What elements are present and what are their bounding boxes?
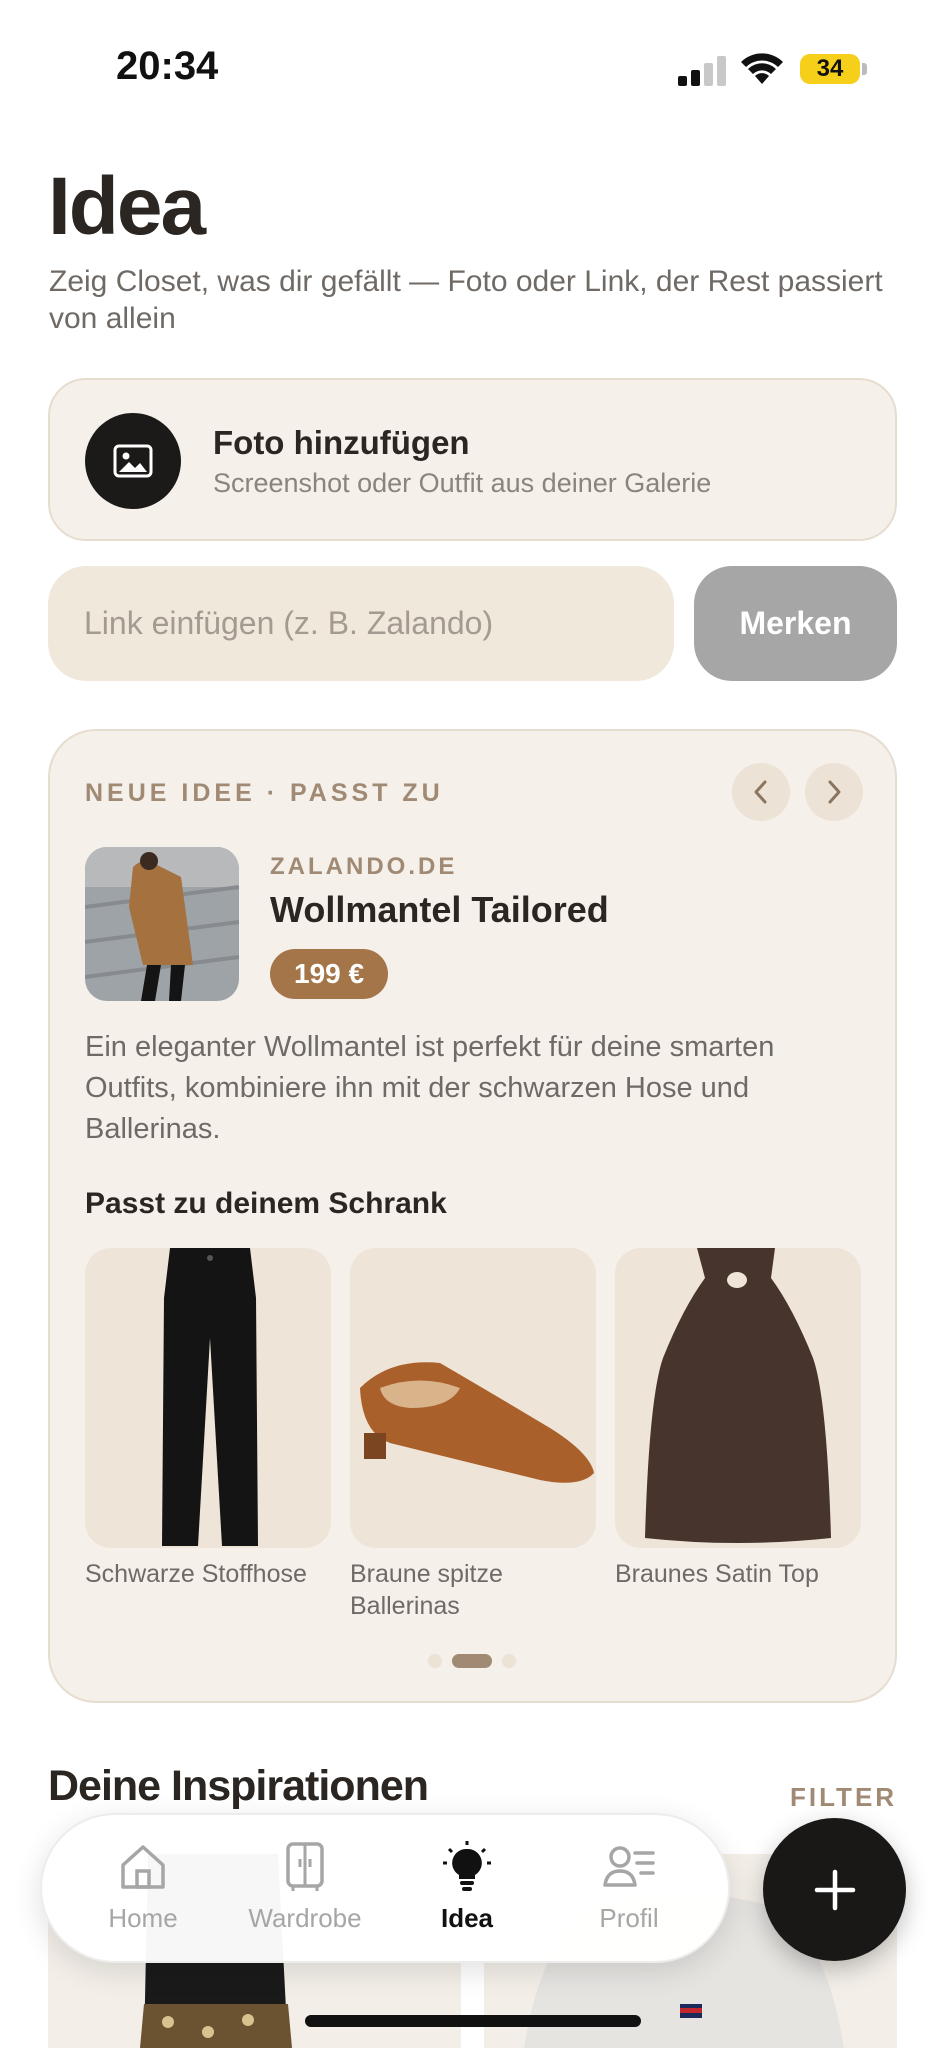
add-photo-button[interactable]	[85, 413, 181, 509]
match-label: Braune spitze Ballerinas	[350, 1560, 503, 1620]
match-item[interactable]: Braune spitze Ballerinas	[350, 1248, 596, 1622]
page-title: Idea	[48, 161, 206, 252]
battery-cap	[862, 63, 867, 75]
add-photo-subtitle: Screenshot oder Outfit aus deiner Galeri…	[213, 468, 712, 498]
pagination-dot[interactable]	[428, 1654, 442, 1668]
page-subtitle: Zeig Closet, was dir gefällt — Foto oder…	[49, 265, 883, 335]
shop-name: ZALANDO.DE	[270, 853, 458, 880]
home-indicator	[305, 2015, 641, 2027]
add-photo-card[interactable]: Foto hinzufügen Screenshot oder Outfit a…	[48, 378, 897, 541]
coat-photo	[85, 847, 239, 1001]
tab-label: Home	[108, 1903, 178, 1933]
match-image	[615, 1248, 861, 1548]
pagination-dot[interactable]	[502, 1654, 516, 1668]
idea-description: Ein eleganter Wollmantel ist perfekt für…	[85, 1031, 775, 1145]
trousers-icon	[162, 1248, 258, 1546]
previous-idea-button[interactable]	[732, 763, 790, 821]
ballerina-shoe-icon	[360, 1362, 594, 1483]
price-badge: 199 €	[270, 949, 389, 999]
wardrobe-icon	[286, 1842, 324, 1891]
next-idea-button[interactable]	[805, 763, 863, 821]
plus-icon	[814, 1869, 855, 1910]
add-photo-title: Foto hinzufügen	[213, 424, 470, 461]
wifi-icon	[741, 53, 783, 84]
inspirations-title: Deine Inspirationen	[48, 1762, 429, 1810]
idea-kicker: NEUE IDEE · PASST ZU	[85, 779, 444, 807]
profile-icon	[603, 1846, 655, 1887]
battery-indicator: 34	[800, 54, 860, 84]
product-name: Wollmantel Tailored	[270, 889, 609, 930]
match-image	[85, 1248, 331, 1548]
image-icon	[113, 444, 153, 478]
match-image	[350, 1248, 596, 1548]
tab-profile[interactable]: Profil	[554, 1841, 704, 1934]
tab-label: Profil	[599, 1903, 659, 1933]
match-label: Schwarze Stoffhose	[85, 1560, 307, 1588]
status-bar: 20:34 34	[0, 0, 945, 140]
chevron-left-icon	[754, 780, 767, 804]
status-time: 20:34	[116, 44, 219, 88]
save-link-button[interactable]: Merken	[694, 566, 897, 681]
link-input[interactable]	[48, 566, 674, 681]
tab-idea[interactable]: Idea	[392, 1841, 542, 1934]
match-item[interactable]: Braunes Satin Top	[615, 1248, 861, 1590]
product-image[interactable]	[85, 847, 239, 1001]
tab-label: Wardrobe	[248, 1903, 362, 1933]
halter-top-icon	[645, 1248, 831, 1543]
home-icon	[121, 1845, 165, 1889]
match-item[interactable]: Schwarze Stoffhose	[85, 1248, 331, 1590]
tab-bar: Home Wardrobe Idea Profil	[40, 1813, 730, 1963]
add-button[interactable]	[763, 1818, 906, 1961]
chevron-right-icon	[828, 780, 841, 804]
idea-card: NEUE IDEE · PASST ZU ZALANDO.DE Wollmant…	[48, 729, 897, 1703]
pagination-dots	[428, 1653, 516, 1669]
pagination-dot-active[interactable]	[452, 1654, 492, 1668]
lightbulb-icon	[443, 1841, 491, 1891]
tab-label: Idea	[440, 1903, 494, 1933]
tab-wardrobe[interactable]: Wardrobe	[230, 1841, 380, 1934]
match-heading: Passt zu deinem Schrank	[85, 1187, 447, 1220]
cellular-signal-icon	[678, 56, 726, 86]
tab-home[interactable]: Home	[68, 1841, 218, 1934]
filter-button[interactable]: FILTER	[790, 1782, 897, 1813]
match-label: Braunes Satin Top	[615, 1560, 819, 1588]
